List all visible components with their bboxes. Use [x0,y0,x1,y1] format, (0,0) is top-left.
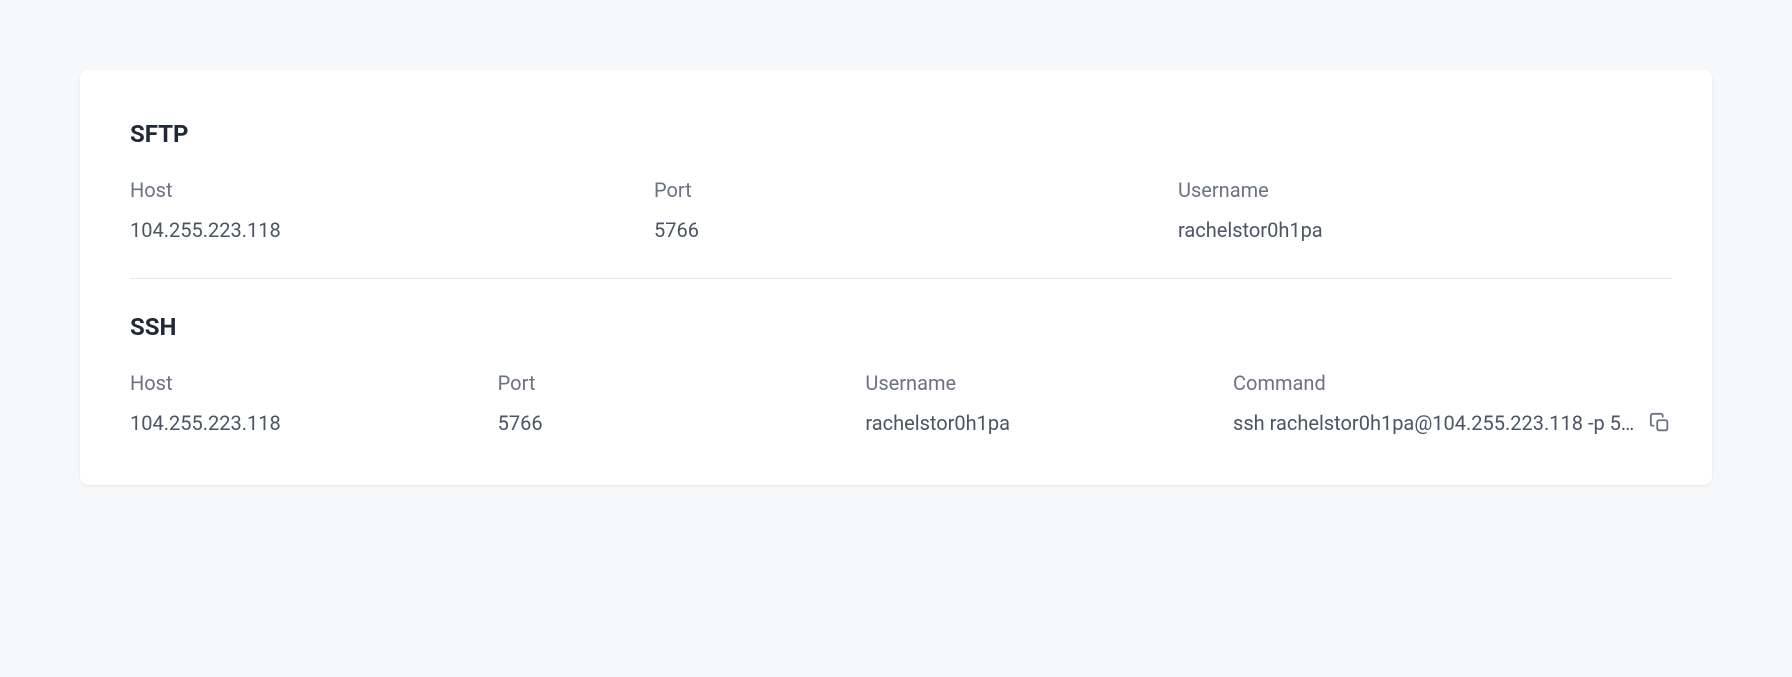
ssh-port-label: Port [498,371,836,395]
ssh-username-label: Username [865,371,1203,395]
connection-details-card: SFTP Host 104.255.223.118 Port 5766 User… [80,70,1712,485]
sftp-fields-row: Host 104.255.223.118 Port 5766 Username … [130,178,1672,242]
ssh-username-value: rachelstor0h1pa [865,411,1203,435]
ssh-command-row: ssh rachelstor0h1pa@104.255.223.118 -p 5… [1233,411,1672,435]
ssh-command-label: Command [1233,371,1672,395]
ssh-port-value: 5766 [498,411,836,435]
sftp-port-field: Port 5766 [654,178,1148,242]
sftp-host-field: Host 104.255.223.118 [130,178,624,242]
ssh-host-value: 104.255.223.118 [130,411,468,435]
ssh-host-field: Host 104.255.223.118 [130,371,468,435]
sftp-port-value: 5766 [654,218,1148,242]
ssh-host-label: Host [130,371,468,395]
sftp-username-field: Username rachelstor0h1pa [1178,178,1672,242]
sftp-username-label: Username [1178,178,1672,202]
ssh-username-field: Username rachelstor0h1pa [865,371,1203,435]
ssh-command-field: Command ssh rachelstor0h1pa@104.255.223.… [1233,371,1672,435]
ssh-fields-row: Host 104.255.223.118 Port 5766 Username … [130,371,1672,435]
ssh-title: SSH [130,313,1672,341]
sftp-host-value: 104.255.223.118 [130,218,624,242]
sftp-username-value: rachelstor0h1pa [1178,218,1672,242]
copy-icon [1649,412,1671,434]
sftp-section: SFTP Host 104.255.223.118 Port 5766 User… [130,120,1672,242]
sftp-host-label: Host [130,178,624,202]
sftp-title: SFTP [130,120,1672,148]
sftp-port-label: Port [654,178,1148,202]
ssh-section: SSH Host 104.255.223.118 Port 5766 Usern… [130,278,1672,435]
ssh-command-value: ssh rachelstor0h1pa@104.255.223.118 -p 5… [1233,411,1636,435]
copy-command-button[interactable] [1648,411,1672,435]
ssh-port-field: Port 5766 [498,371,836,435]
